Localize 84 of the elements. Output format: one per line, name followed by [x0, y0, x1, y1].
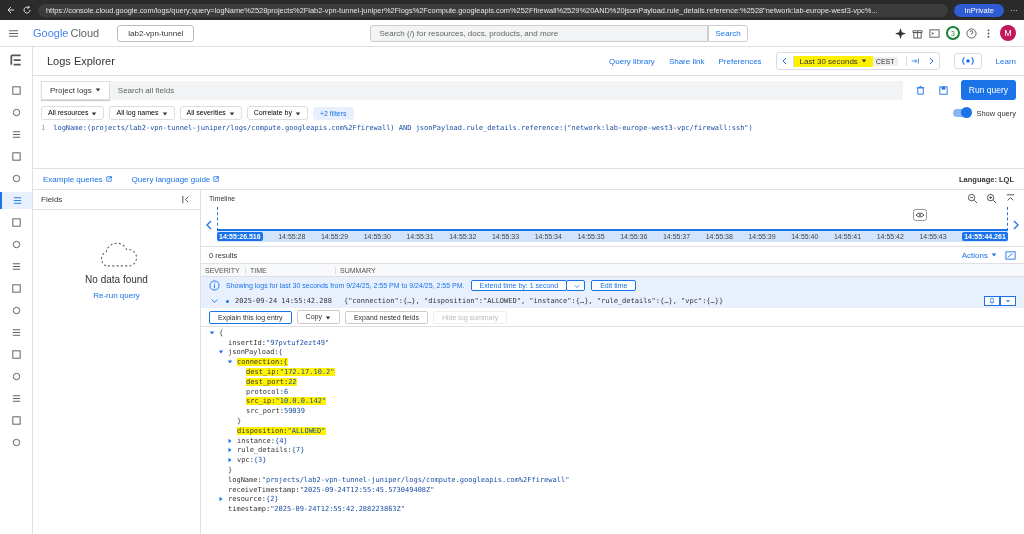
eye-icon[interactable] — [913, 209, 927, 221]
square-icon — [10, 349, 22, 360]
caret-icon — [324, 314, 331, 321]
back-icon[interactable] — [6, 5, 16, 15]
sparkle-icon[interactable] — [895, 27, 906, 39]
page-title: Logs Explorer — [47, 55, 115, 67]
collapse-icon[interactable] — [181, 194, 192, 205]
severity-dot — [226, 299, 229, 303]
circle-icon — [10, 305, 22, 316]
caret-icon — [161, 110, 168, 117]
doc-link[interactable]: Query language guide — [131, 174, 220, 184]
logo-product: Cloud — [70, 27, 100, 39]
caret-icon[interactable] — [227, 359, 233, 366]
zoom-out-icon[interactable] — [967, 193, 978, 204]
panel-title: Fields — [41, 195, 63, 204]
external-link-icon — [105, 176, 112, 183]
square-icon — [10, 415, 22, 426]
pin-button[interactable] — [984, 296, 1000, 306]
lines-icon — [10, 393, 22, 404]
logo-brand: Google — [33, 27, 69, 39]
run-query-button[interactable]: Run query — [960, 80, 1016, 100]
caret-icon[interactable] — [227, 437, 233, 444]
doc-link[interactable]: Example queries — [43, 174, 112, 184]
expand-icon[interactable] — [1005, 249, 1016, 261]
external-link-icon — [213, 176, 220, 183]
toolbar-link[interactable]: Share link — [668, 56, 705, 66]
menu-icon[interactable] — [8, 27, 19, 39]
search-field[interactable]: Search all fields — [109, 80, 903, 100]
caret-icon[interactable] — [227, 447, 233, 454]
lines-icon — [10, 327, 22, 338]
search-field[interactable]: Search (/) for resources, docs, products, and more — [370, 24, 709, 42]
pin-icon — [988, 297, 996, 305]
menu-button[interactable] — [1000, 296, 1016, 306]
scope-dropdown[interactable]: Project logs — [41, 80, 110, 100]
toolbar-link[interactable]: Preferences — [718, 56, 762, 66]
rerun-link[interactable]: Re-run query — [93, 291, 140, 300]
caret-icon[interactable] — [209, 329, 215, 336]
project-picker[interactable]: lab2-vpn-tunnel — [117, 24, 195, 42]
learn-link[interactable]: Learn — [995, 56, 1016, 66]
lines-icon — [11, 195, 23, 206]
reload-icon[interactable] — [22, 5, 32, 15]
toolbar-link[interactable]: Query library — [609, 56, 655, 66]
dropdown-button[interactable] — [566, 279, 586, 292]
square-icon — [10, 85, 22, 96]
list-icon[interactable] — [9, 53, 23, 67]
trash-icon[interactable] — [914, 84, 926, 96]
chevron-down-icon — [574, 283, 581, 290]
caret-icon[interactable] — [227, 457, 233, 464]
toggle-switch[interactable] — [953, 109, 972, 117]
empty-message: No data found — [85, 274, 148, 285]
chevron-left-icon[interactable] — [205, 218, 213, 231]
circle-icon — [10, 239, 22, 250]
chevron-right-icon[interactable] — [1012, 218, 1020, 231]
circle-icon — [10, 371, 22, 382]
stream-icon[interactable] — [953, 53, 982, 69]
caret-icon[interactable] — [218, 496, 224, 503]
caret-icon[interactable] — [218, 349, 224, 356]
lines-icon — [10, 129, 22, 140]
caret-icon — [294, 110, 301, 117]
info-icon — [209, 280, 220, 291]
square-icon — [10, 217, 22, 228]
caret-icon — [991, 252, 997, 259]
caret-icon — [94, 87, 101, 94]
more-button[interactable]: ··· — [1010, 5, 1018, 15]
avatar[interactable]: M — [1000, 25, 1016, 41]
terminal-icon[interactable] — [929, 27, 940, 39]
circle-icon — [10, 107, 22, 118]
nav-item[interactable] — [0, 192, 32, 209]
search-button[interactable]: Search — [708, 24, 748, 42]
time-range-picker[interactable]: Last 30 seconds — [792, 55, 873, 67]
gift-icon[interactable] — [912, 27, 923, 39]
caret-icon — [1004, 297, 1012, 305]
caret-icon — [228, 110, 235, 117]
circle-icon — [10, 173, 22, 184]
square-icon — [10, 151, 22, 162]
save-icon[interactable] — [937, 84, 949, 96]
caret-icon — [91, 110, 98, 117]
zoom-in-icon[interactable] — [986, 193, 997, 204]
help-icon[interactable] — [966, 27, 977, 39]
caret-icon — [860, 58, 867, 65]
actions-menu[interactable]: Actions — [961, 250, 997, 260]
circle-icon — [10, 437, 22, 448]
square-icon — [10, 283, 22, 294]
lines-icon — [10, 261, 22, 272]
